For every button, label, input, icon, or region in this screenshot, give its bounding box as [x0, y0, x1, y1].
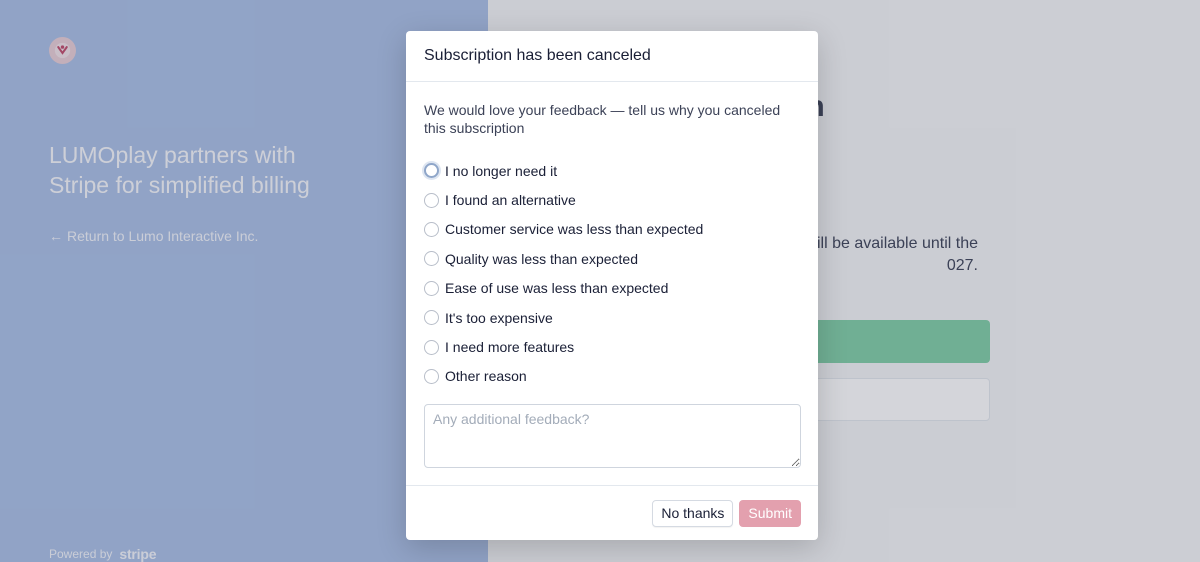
cancel-feedback-modal: Subscription has been canceled We would …	[406, 31, 818, 540]
reason-option[interactable]: I need more features	[424, 332, 801, 361]
reason-option[interactable]: I no longer need it	[424, 156, 801, 185]
no-thanks-button[interactable]: No thanks	[652, 499, 734, 527]
radio-button[interactable]	[424, 368, 439, 384]
radio-button[interactable]	[424, 310, 439, 326]
reason-option[interactable]: Customer service was less than expected	[424, 215, 801, 244]
modal-body: We would love your feedback — tell us wh…	[406, 82, 818, 469]
reason-label: I need more features	[445, 339, 575, 356]
radio-button[interactable]	[424, 192, 439, 208]
modal-footer: No thanks Submit	[406, 485, 818, 540]
reason-label: It's too expensive	[445, 309, 553, 326]
reason-option[interactable]: Ease of use was less than expected	[424, 274, 801, 303]
reason-label: Ease of use was less than expected	[445, 280, 669, 297]
modal-description: We would love your feedback — tell us wh…	[424, 102, 781, 136]
reason-label: Quality was less than expected	[445, 250, 638, 267]
reason-option[interactable]: It's too expensive	[424, 303, 801, 332]
reason-label: I found an alternative	[445, 192, 576, 209]
reason-option[interactable]: Other reason	[424, 362, 801, 391]
reason-option[interactable]: Quality was less than expected	[424, 244, 801, 273]
radio-button[interactable]	[424, 163, 439, 179]
reason-label: I no longer need it	[445, 162, 558, 179]
reason-label: Other reason	[445, 368, 527, 385]
reason-options: I no longer need it I found an alternati…	[424, 156, 801, 391]
submit-button[interactable]: Submit	[739, 499, 801, 527]
additional-feedback-input[interactable]	[424, 404, 801, 469]
modal-header: Subscription has been canceled	[406, 31, 818, 82]
radio-button[interactable]	[424, 339, 439, 355]
radio-button[interactable]	[424, 280, 439, 296]
modal-title: Subscription has been canceled	[424, 47, 651, 64]
radio-button[interactable]	[424, 251, 439, 267]
reason-label: Customer service was less than expected	[445, 221, 704, 238]
reason-option[interactable]: I found an alternative	[424, 185, 801, 214]
radio-button[interactable]	[424, 221, 439, 237]
